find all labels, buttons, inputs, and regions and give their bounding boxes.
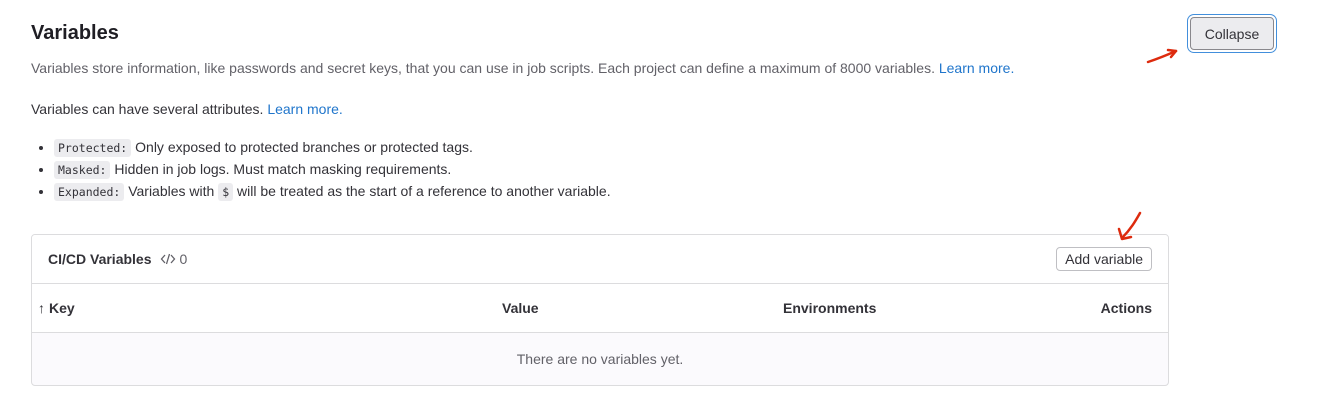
column-header-actions: Actions	[1100, 300, 1152, 316]
attribute-code: Expanded:	[54, 183, 125, 201]
variables-card: CI/CD Variables 0 Add variable ↑ Key Val…	[31, 234, 1169, 386]
description-text: Variables store information, like passwo…	[31, 60, 935, 76]
attribute-code: Masked:	[54, 161, 111, 179]
collapse-button[interactable]: Collapse	[1190, 17, 1274, 50]
add-variable-button[interactable]: Add variable	[1056, 247, 1152, 271]
section-description: Variables store information, like passwo…	[31, 60, 1014, 76]
attributes-intro-text: Variables can have several attributes.	[31, 101, 264, 117]
section-title: Variables	[31, 22, 119, 44]
code-icon	[160, 253, 175, 265]
card-header: CI/CD Variables 0 Add variable	[32, 235, 1168, 284]
attribute-masked: Masked: Hidden in job logs. Must match m…	[54, 159, 611, 181]
column-header-value: Value	[502, 300, 539, 316]
column-header-key-label: Key	[49, 300, 75, 316]
variable-count: 0	[160, 251, 188, 267]
attribute-text: Variables with	[128, 183, 215, 199]
attributes-list: Protected: Only exposed to protected bra…	[31, 137, 611, 203]
attribute-code: Protected:	[54, 139, 132, 157]
count-value: 0	[179, 251, 188, 267]
sort-arrow-icon: ↑	[38, 300, 45, 316]
attribute-text: Hidden in job logs. Must match masking r…	[114, 161, 452, 177]
attribute-protected: Protected: Only exposed to protected bra…	[54, 137, 611, 159]
card-title: CI/CD Variables	[48, 251, 152, 267]
column-header-key[interactable]: ↑ Key	[38, 300, 75, 316]
attributes-learn-more-link[interactable]: Learn more.	[267, 101, 342, 117]
table-header-row: ↑ Key Value Environments Actions	[32, 284, 1168, 333]
annotation-arrow-icon	[1117, 211, 1142, 241]
attributes-intro: Variables can have several attributes. L…	[31, 101, 343, 117]
attribute-text: will be treated as the start of a refere…	[237, 183, 611, 199]
description-learn-more-link[interactable]: Learn more.	[939, 60, 1014, 76]
dollar-code: $	[218, 183, 234, 201]
column-header-environments: Environments	[783, 300, 877, 316]
attribute-expanded: Expanded: Variables with $ will be treat…	[54, 181, 611, 203]
empty-state-text: There are no variables yet.	[516, 351, 684, 367]
attribute-text: Only exposed to protected branches or pr…	[135, 139, 473, 155]
annotation-arrow-icon	[1146, 48, 1178, 64]
